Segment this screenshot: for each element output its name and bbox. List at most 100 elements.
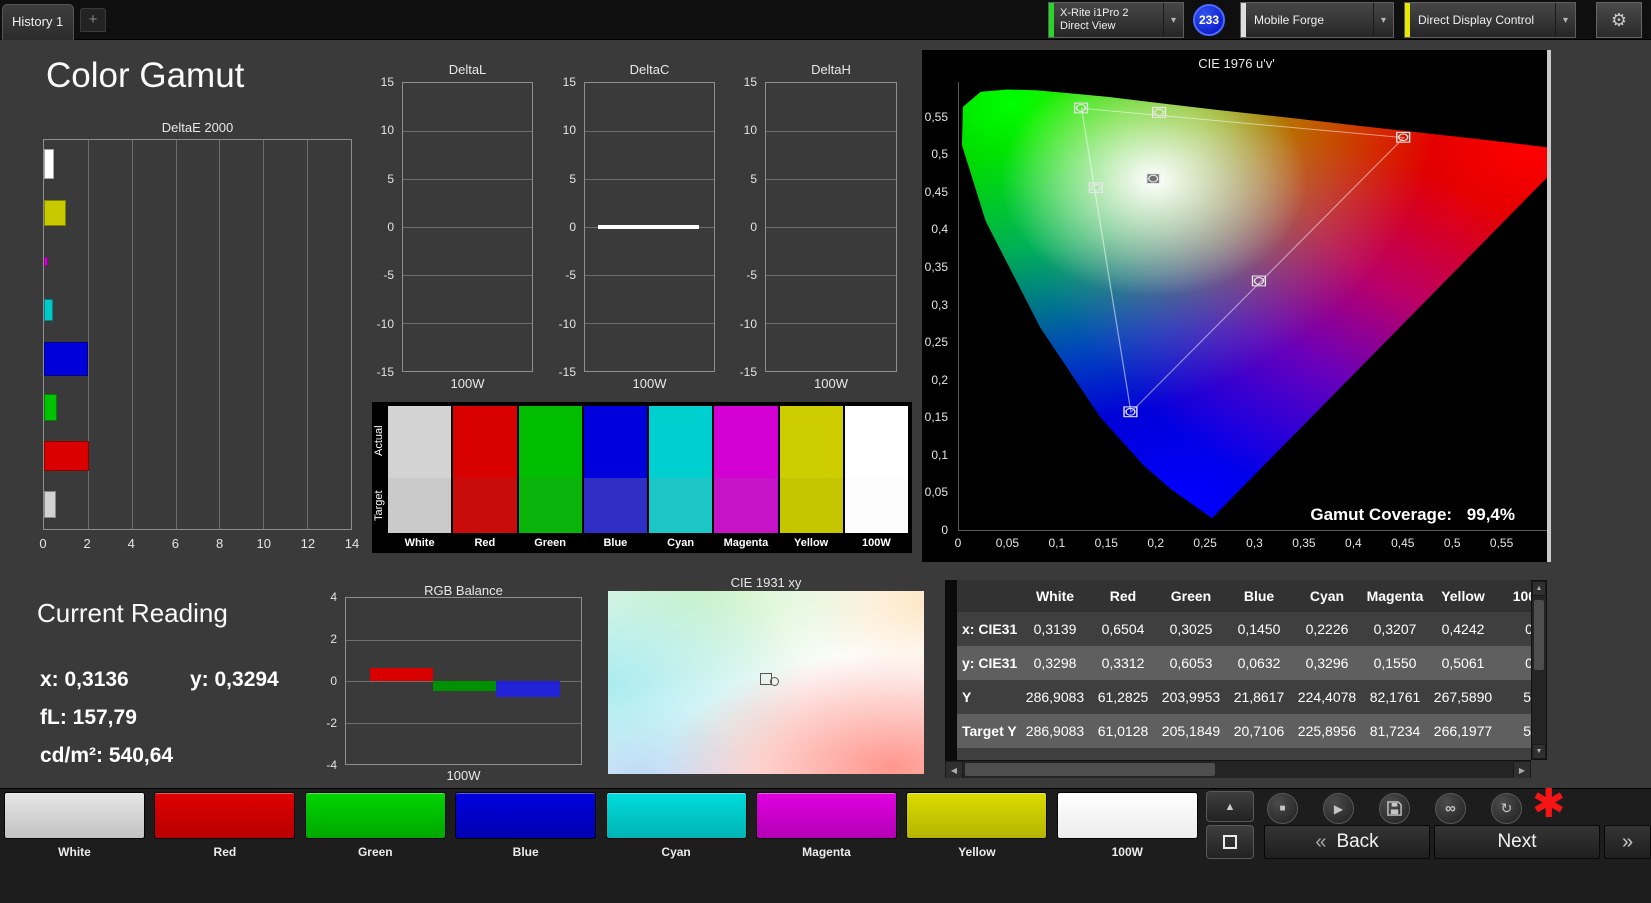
display-control-selector[interactable]: Direct Display Control ▾ [1404, 2, 1576, 38]
swatch-actual-green [518, 406, 582, 478]
scroll-left-button[interactable]: ◀ [945, 761, 963, 778]
patch-swatch [1056, 792, 1198, 839]
table-row-target-y[interactable]: Target Y 286,9083 61,0128 205,1849 20,7106 22… [957, 714, 1531, 748]
delta-c-title: DeltaC [629, 62, 670, 77]
add-tab-button[interactable]: + [80, 8, 106, 32]
table-cell: 203,9953 [1161, 689, 1221, 705]
gridline [766, 275, 896, 276]
patch-label: 100W [1111, 845, 1143, 859]
axis-tick-label: 10 [562, 123, 576, 138]
gridline [766, 131, 896, 132]
axis-tick-label: -10 [376, 316, 394, 331]
continuous-read-button[interactable]: ∞ [1435, 793, 1466, 824]
patch-button-red[interactable]: Red [154, 792, 296, 864]
chevron-down-icon[interactable]: ▾ [1373, 3, 1393, 37]
table-row-x-cie31[interactable]: x: CIE31 0,3139 0,6504 0,3025 0,1450 0,2226 0,… [957, 612, 1531, 646]
cie-x-tick-label: 0,5 [1443, 536, 1461, 550]
table-row-y-cie31[interactable]: y: CIE31 0,3298 0,3312 0,6053 0,0632 0,3296 0,… [957, 646, 1531, 680]
stop-button[interactable]: ■ [1267, 793, 1298, 824]
table-header-blank [957, 580, 1021, 612]
deltae-bar-row [44, 189, 351, 238]
meter-selector[interactable]: X-Rite i1Pro 2 Direct View ▾ [1048, 2, 1184, 38]
next-label: Next [1497, 831, 1537, 852]
table-cell: 54 [1523, 723, 1531, 739]
swatch-actual-blue [583, 406, 647, 478]
reading-count-badge[interactable]: 233 [1193, 4, 1225, 36]
refresh-button[interactable]: ↻ [1491, 793, 1522, 824]
delta-l-title: DeltaL [448, 62, 487, 77]
table-cell: 61,0128 [1097, 723, 1149, 739]
table-cell: 0,2226 [1305, 621, 1349, 637]
back-chevron-icon: « [1315, 830, 1327, 853]
settings-button[interactable]: ⚙ [1596, 2, 1642, 38]
swatch-target-yellow [779, 478, 843, 533]
deltae-bar-red [44, 441, 90, 472]
patch-button-yellow[interactable]: Yellow [906, 792, 1048, 864]
scroll-right-button[interactable]: ▶ [1513, 761, 1531, 778]
play-button[interactable]: ▶ [1323, 793, 1354, 824]
swatch-actual-yellow [779, 406, 843, 478]
scroll-up-button[interactable]: ▲ [1532, 581, 1546, 596]
chevron-down-icon[interactable]: ▾ [1163, 3, 1183, 37]
patch-button-white[interactable]: White [4, 792, 145, 864]
deltae-axis-tick-label: 10 [256, 536, 271, 551]
patch-button-cyan[interactable]: Cyan [605, 792, 747, 864]
save-button[interactable] [1379, 793, 1410, 824]
table-cell: 0,1550 [1373, 655, 1417, 671]
delta-h-x-label: 100W [814, 376, 848, 391]
scroll-up-icon: ▲ [1535, 585, 1543, 592]
pattern-window-button[interactable] [1206, 825, 1254, 859]
cie-y-tick-label: 0,3 [931, 297, 948, 312]
deltae-bar-100w [44, 149, 54, 180]
patch-button-green[interactable]: Green [304, 792, 446, 864]
stop-icon: ■ [1279, 803, 1286, 814]
patch-button-magenta[interactable]: Magenta [756, 792, 897, 864]
axis-tick-label: -10 [739, 316, 757, 331]
gridline [766, 323, 896, 324]
table-cell: 0,4242 [1441, 621, 1485, 637]
source-selector[interactable]: Mobile Forge ▾ [1240, 2, 1394, 38]
axis-tick-label: 5 [387, 171, 394, 186]
cie-y-tick-label: 0,15 [924, 410, 948, 425]
table-header-cyan: Cyan [1309, 588, 1345, 604]
delta-c-plot [584, 82, 715, 372]
scroll-thumb[interactable] [1534, 600, 1544, 670]
rgb-balance-bar-green [432, 681, 497, 692]
patch-button-blue[interactable]: Blue [455, 792, 597, 864]
swatch-column-yellow [779, 406, 843, 533]
next-button[interactable]: Next [1434, 825, 1600, 859]
table-header-row: White Red Green Blue Cyan Magenta Yellow 100W [957, 580, 1531, 612]
horizontal-scrollbar[interactable]: ◀ ▶ [945, 760, 1531, 778]
patch-swatch [4, 792, 145, 839]
collapse-button[interactable]: ▲ [1206, 791, 1254, 822]
scroll-thumb[interactable] [965, 763, 1215, 776]
chevron-down-icon[interactable]: ▾ [1555, 3, 1575, 37]
gridline [403, 227, 532, 228]
table-header-100w: 100W [1512, 588, 1531, 604]
panel-edge-strip[interactable] [1547, 50, 1551, 562]
swatch-column-white [388, 406, 452, 533]
tab-history-1[interactable]: History 1 [2, 4, 74, 40]
deltae-chart-plot [43, 139, 352, 530]
cie-y-tick-label: 0,2 [931, 372, 948, 387]
patch-label: Red [213, 845, 237, 859]
swatch-target-blue [583, 478, 647, 533]
axis-tick-label: 15 [743, 75, 757, 89]
cie-x-tick-label: 0,4 [1345, 536, 1362, 550]
swatch-column-red [453, 406, 517, 533]
patch-button-100w[interactable]: 100W [1056, 792, 1198, 864]
delta-h-y-axis: 15 10 5 0 -5 -10 -15 [729, 75, 761, 379]
skip-forward-button[interactable]: » [1604, 825, 1651, 859]
cie-x-tick-label: 0,2 [1147, 536, 1165, 550]
table-row-y[interactable]: Y 286,9083 61,2825 203,9953 21,8617 224,4078 8… [957, 680, 1531, 714]
vertical-scrollbar[interactable]: ▲ ▼ [1531, 580, 1547, 760]
back-button[interactable]: « Back [1264, 825, 1430, 859]
axis-tick-label: 5 [569, 171, 576, 186]
deltae-bar-row [44, 237, 351, 286]
top-bar: History 1 + X-Rite i1Pro 2 Direct View ▾… [0, 0, 1651, 40]
square-icon [1223, 835, 1237, 849]
gridline [403, 275, 532, 276]
gridline [346, 722, 581, 724]
deltae-bar-row [44, 335, 351, 384]
scroll-down-button[interactable]: ▼ [1532, 744, 1546, 759]
